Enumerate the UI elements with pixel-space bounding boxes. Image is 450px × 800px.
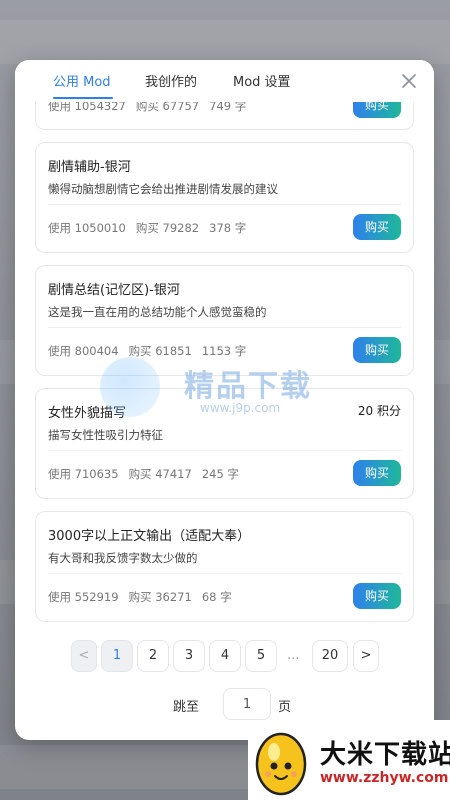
- pagination-ellipsis: ...: [287, 648, 300, 663]
- active-tab-indicator: [53, 97, 113, 99]
- buy-button[interactable]: 购买: [353, 583, 401, 609]
- jump-prefix-label: 跳至: [173, 700, 200, 715]
- buy-button[interactable]: 购买: [353, 102, 401, 118]
- card-description: 有大哥和我反馈字数太少做的: [48, 551, 198, 565]
- card-stats: 使用 800404 购买 61851 1153 字: [48, 343, 256, 359]
- divider: [48, 204, 401, 205]
- pagination: < 1 2 3 4 5 ... 20 >: [15, 640, 434, 676]
- divider: [48, 573, 401, 574]
- page-button-2[interactable]: 2: [137, 640, 169, 672]
- tab-mod-settings[interactable]: Mod 设置: [233, 71, 291, 90]
- purchase-count: 购买 61851: [128, 344, 192, 358]
- close-button[interactable]: [398, 70, 420, 92]
- page-button-5[interactable]: 5: [245, 640, 277, 672]
- tab-my-creations[interactable]: 我创作的: [145, 71, 197, 90]
- tab-public-mod[interactable]: 公用 Mod: [53, 71, 111, 90]
- page-button-3[interactable]: 3: [173, 640, 205, 672]
- card-stats: 使用 1050010 购买 79282 378 字: [48, 220, 256, 236]
- usage-count: 使用 1050010: [48, 221, 126, 235]
- buy-button[interactable]: 购买: [353, 337, 401, 363]
- card-title: 剧情总结(记忆区)-银河: [48, 283, 180, 298]
- page-button-last[interactable]: 20: [312, 640, 348, 672]
- divider: [48, 327, 401, 328]
- jump-suffix-label: 页: [278, 700, 292, 715]
- card-title: 女性外貌描写: [48, 406, 127, 421]
- close-icon: [402, 74, 416, 88]
- mod-card[interactable]: 3000字以上正文输出（适配大奉） 有大哥和我反馈字数太少做的 使用 55291…: [35, 511, 414, 622]
- card-stats: 使用 1054327 购买 67757 749 字: [48, 102, 247, 113]
- usage-count: 使用 710635: [48, 467, 119, 481]
- card-title: 3000字以上正文输出（适配大奉）: [48, 529, 251, 544]
- brand-url: www.zzhyw.com: [320, 770, 449, 786]
- egg-mascot-icon: [255, 732, 307, 796]
- card-stats: 使用 552919 购买 36271 68 字: [48, 589, 242, 605]
- brand-logo: 大米下载站 www.zzhyw.com: [248, 720, 450, 800]
- word-count: 245 字: [201, 467, 239, 481]
- jump-page-input[interactable]: [223, 688, 271, 720]
- mod-card[interactable]: 剧情总结(记忆区)-银河 这是我一直在用的总结功能个人感觉蛮稳的 使用 8004…: [35, 265, 414, 376]
- page-button-1[interactable]: 1: [101, 640, 133, 672]
- purchase-count: 购买 36271: [128, 590, 192, 604]
- card-description: 描写女性性吸引力特征: [48, 428, 163, 442]
- purchase-count: 购买 79282: [135, 221, 200, 235]
- dialog-header: 公用 Mod 我创作的 Mod 设置: [15, 60, 434, 102]
- mod-card-partial: 使用 1054327 购买 67757 749 字 购买: [35, 102, 414, 130]
- next-page-button[interactable]: >: [353, 640, 379, 672]
- mod-card[interactable]: 剧情辅助-银河 懒得动脑想剧情它会给出推进剧情发展的建议 使用 1050010 购…: [35, 142, 414, 253]
- prev-page-button[interactable]: <: [71, 640, 97, 672]
- divider: [48, 450, 401, 451]
- brand-name: 大米下载站: [320, 740, 450, 770]
- word-count: 68 字: [201, 590, 232, 604]
- buy-button[interactable]: 购买: [353, 460, 401, 486]
- mod-dialog: 公用 Mod 我创作的 Mod 设置 使用 1054327 购买 67757 749…: [15, 60, 434, 740]
- buy-button[interactable]: 购买: [353, 214, 401, 240]
- usage-count: 使用 552919: [48, 590, 119, 604]
- card-title: 剧情辅助-银河: [48, 160, 131, 175]
- card-stats: 使用 710635 购买 47417 245 字: [48, 466, 249, 482]
- page-jump: 跳至 页: [15, 688, 434, 722]
- page-button-4[interactable]: 4: [209, 640, 241, 672]
- word-count: 1153 字: [201, 344, 247, 358]
- card-description: 这是我一直在用的总结功能个人感觉蛮稳的: [48, 305, 267, 319]
- price-label: 20 积分: [357, 404, 401, 418]
- word-count: 378 字: [209, 221, 247, 235]
- purchase-count: 购买 47417: [128, 467, 192, 481]
- usage-count: 使用 800404: [48, 344, 119, 358]
- mod-card[interactable]: 女性外貌描写 20 积分 描写女性性吸引力特征 使用 710635 购买 4741…: [35, 388, 414, 499]
- card-description: 懒得动脑想剧情它会给出推进剧情发展的建议: [48, 182, 278, 196]
